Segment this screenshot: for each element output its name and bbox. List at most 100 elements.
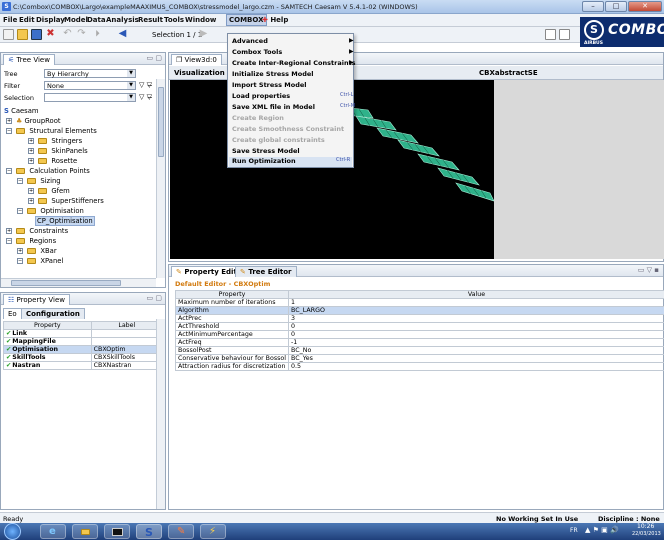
value-cell[interactable]: 0 bbox=[288, 322, 664, 331]
language-indicator[interactable]: FR bbox=[570, 527, 578, 534]
tab-eo[interactable]: Eo bbox=[3, 308, 22, 319]
table-row[interactable]: ActFreq -1 bbox=[174, 338, 664, 347]
table-row[interactable]: ✔Link bbox=[3, 329, 164, 338]
tree-node-rosette[interactable]: + Rosette bbox=[28, 156, 77, 166]
value-cell[interactable]: 1 bbox=[288, 298, 664, 307]
clock-date[interactable]: 22/03/2013 bbox=[632, 531, 661, 537]
tree-node-optimisation[interactable]: − Optimisation bbox=[17, 206, 84, 216]
value-cell[interactable]: 0 bbox=[288, 330, 664, 339]
tree-node-regions[interactable]: − Regions bbox=[6, 236, 56, 246]
menu-file[interactable]: File bbox=[3, 16, 17, 24]
menu-item-run-optimization[interactable]: Run Optimization Ctrl-R bbox=[229, 157, 352, 167]
tree-node-gfem[interactable]: + Gfem bbox=[28, 186, 70, 196]
menu-analysis[interactable]: Analysis bbox=[106, 16, 139, 24]
tab-property-view[interactable]: ☷ Property View bbox=[3, 294, 70, 305]
menu-display[interactable]: Display bbox=[36, 16, 65, 24]
panel-controls-icon[interactable]: ▭ ▽ ▪ bbox=[638, 266, 659, 274]
tray-icons[interactable]: ▲ ⚑ ▣ 🔊 bbox=[585, 526, 619, 534]
menu-item-import-stress-model[interactable]: Import Stress Model bbox=[232, 81, 307, 89]
collapse-icon[interactable]: − bbox=[17, 208, 23, 214]
tab-configuration[interactable]: Configuration bbox=[21, 308, 85, 319]
expand-icon[interactable]: + bbox=[28, 148, 34, 154]
tile-icon[interactable] bbox=[545, 29, 556, 40]
minimize-button[interactable]: – bbox=[582, 1, 604, 12]
tree-node-stringers[interactable]: + Stringers bbox=[28, 136, 82, 146]
menu-window[interactable]: Window bbox=[185, 16, 216, 24]
redo-icon[interactable]: ↷ bbox=[76, 29, 87, 40]
table-row[interactable]: ✔MappingFile bbox=[3, 337, 164, 346]
expand-icon[interactable]: + bbox=[17, 248, 23, 254]
collapse-icon[interactable]: − bbox=[6, 168, 12, 174]
expand-icon[interactable]: + bbox=[28, 138, 34, 144]
selection-filter-select[interactable]: ▼ bbox=[44, 93, 136, 102]
scrollbar-thumb[interactable] bbox=[11, 280, 121, 286]
table-row[interactable]: Attraction radius for discretization 0.5 bbox=[174, 362, 664, 371]
taskbar-caesam-icon[interactable]: S bbox=[136, 524, 162, 539]
filter-select[interactable]: None ▼ bbox=[44, 81, 136, 90]
tree-vertical-scrollbar[interactable] bbox=[156, 79, 165, 278]
table-row[interactable]: Algorithm BC_LARGO bbox=[174, 306, 664, 315]
table-row[interactable]: BossolPost BC_No bbox=[174, 346, 664, 355]
clock-time[interactable]: 10:26 bbox=[637, 523, 654, 530]
forward-icon[interactable]: ⏵ bbox=[92, 29, 103, 40]
close-button[interactable]: ✕ bbox=[628, 1, 662, 12]
tree-node-calculation-points[interactable]: − Calculation Points bbox=[6, 166, 90, 176]
value-cell[interactable]: BC_No bbox=[288, 346, 664, 355]
expand-icon[interactable]: + bbox=[6, 118, 12, 124]
undo-icon[interactable]: ↶ bbox=[62, 29, 73, 40]
menu-item-initialize-stress-model[interactable]: Initialize Stress Model bbox=[232, 70, 314, 78]
filter-funnel-icon[interactable]: ▽ ▽̶ bbox=[139, 81, 152, 89]
expand-icon[interactable]: + bbox=[6, 228, 12, 234]
tree-node-superstiffeners[interactable]: + SuperStiffeners bbox=[28, 196, 104, 206]
tree-node-sizing[interactable]: − Sizing bbox=[17, 176, 61, 186]
tab-tree-editor[interactable]: ✎ Tree Editor bbox=[235, 266, 297, 277]
table-row[interactable]: Maximum number of iterations 1 bbox=[174, 298, 664, 307]
menu-model[interactable]: Model bbox=[64, 16, 88, 24]
taskbar-paint-icon[interactable]: ✎ bbox=[168, 524, 194, 539]
table-row[interactable]: ✔Optimisation CBXOptim bbox=[3, 345, 164, 354]
taskbar-ie-icon[interactable]: e bbox=[40, 524, 66, 539]
expand-icon[interactable]: + bbox=[28, 158, 34, 164]
scrollbar-thumb[interactable] bbox=[158, 87, 164, 157]
window-layout-icon[interactable] bbox=[559, 29, 570, 40]
value-cell[interactable]: 0.5 bbox=[288, 362, 664, 371]
menu-item-combox-tools[interactable]: Combox Tools ▶ bbox=[232, 48, 354, 56]
menu-result[interactable]: Result bbox=[138, 16, 163, 24]
tree-mode-select[interactable]: By Hierarchy ▼ bbox=[44, 69, 136, 78]
table-row[interactable]: ActPrec 3 bbox=[174, 314, 664, 323]
tree-node-skinpanels[interactable]: + SkinPanels bbox=[28, 146, 88, 156]
menu-item-create-inter-regional-constraints[interactable]: Create Inter-Regional Constraints ▶ bbox=[232, 59, 356, 67]
value-cell[interactable]: BC_LARGO bbox=[288, 306, 664, 315]
table-row[interactable]: ✔SkillTools CBXSkillTools bbox=[3, 353, 164, 362]
panel-maximize-icon[interactable]: ▭ ▢ bbox=[147, 294, 162, 302]
collapse-icon[interactable]: − bbox=[6, 128, 12, 134]
table-row[interactable]: ActThreshold 0 bbox=[174, 322, 664, 331]
value-cell[interactable]: -1 bbox=[288, 338, 664, 347]
expand-icon[interactable]: + bbox=[28, 188, 34, 194]
menu-item-load-properties[interactable]: Load properties Ctrl-L bbox=[232, 92, 354, 100]
table-row[interactable]: Conservative behaviour for Bossol BC_Yes bbox=[174, 354, 664, 363]
collapse-icon[interactable]: − bbox=[6, 238, 12, 244]
expand-icon[interactable]: + bbox=[28, 198, 34, 204]
taskbar-terminal-icon[interactable] bbox=[104, 524, 130, 539]
tree-node-xpanel[interactable]: − XPanel bbox=[17, 256, 63, 266]
table-row[interactable]: ✔Nastran CBXNastran bbox=[3, 361, 164, 370]
previous-selection-icon[interactable]: ◀ bbox=[117, 29, 128, 40]
new-file-icon[interactable] bbox=[3, 29, 14, 40]
tree-node-caesam[interactable]: S Caesam bbox=[4, 106, 39, 116]
property-view-scrollbar[interactable] bbox=[156, 319, 165, 509]
tree-horizontal-scrollbar[interactable] bbox=[1, 278, 156, 287]
value-cell[interactable]: 3 bbox=[288, 314, 664, 323]
table-row[interactable]: ActMinimumPercentage 0 bbox=[174, 330, 664, 339]
tree-node-grouproot[interactable]: + ♣ GroupRoot bbox=[6, 116, 61, 126]
selection-funnel-icon[interactable]: ▽ ▽̶ bbox=[139, 93, 152, 101]
taskbar-explorer-icon[interactable] bbox=[72, 524, 98, 539]
menu-item-save-xml-file[interactable]: Save XML file in Model Ctrl-M bbox=[232, 103, 355, 111]
menu-edit[interactable]: Edit bbox=[19, 16, 35, 24]
maximize-button[interactable]: □ bbox=[605, 1, 627, 12]
taskbar-network-icon[interactable]: ⚡ bbox=[200, 524, 226, 539]
value-cell[interactable]: BC_Yes bbox=[288, 354, 664, 363]
delete-icon[interactable]: ✖ bbox=[45, 29, 56, 40]
tab-view3d[interactable]: ❐ View3d:0 bbox=[171, 54, 222, 65]
collapse-icon[interactable]: − bbox=[17, 258, 23, 264]
